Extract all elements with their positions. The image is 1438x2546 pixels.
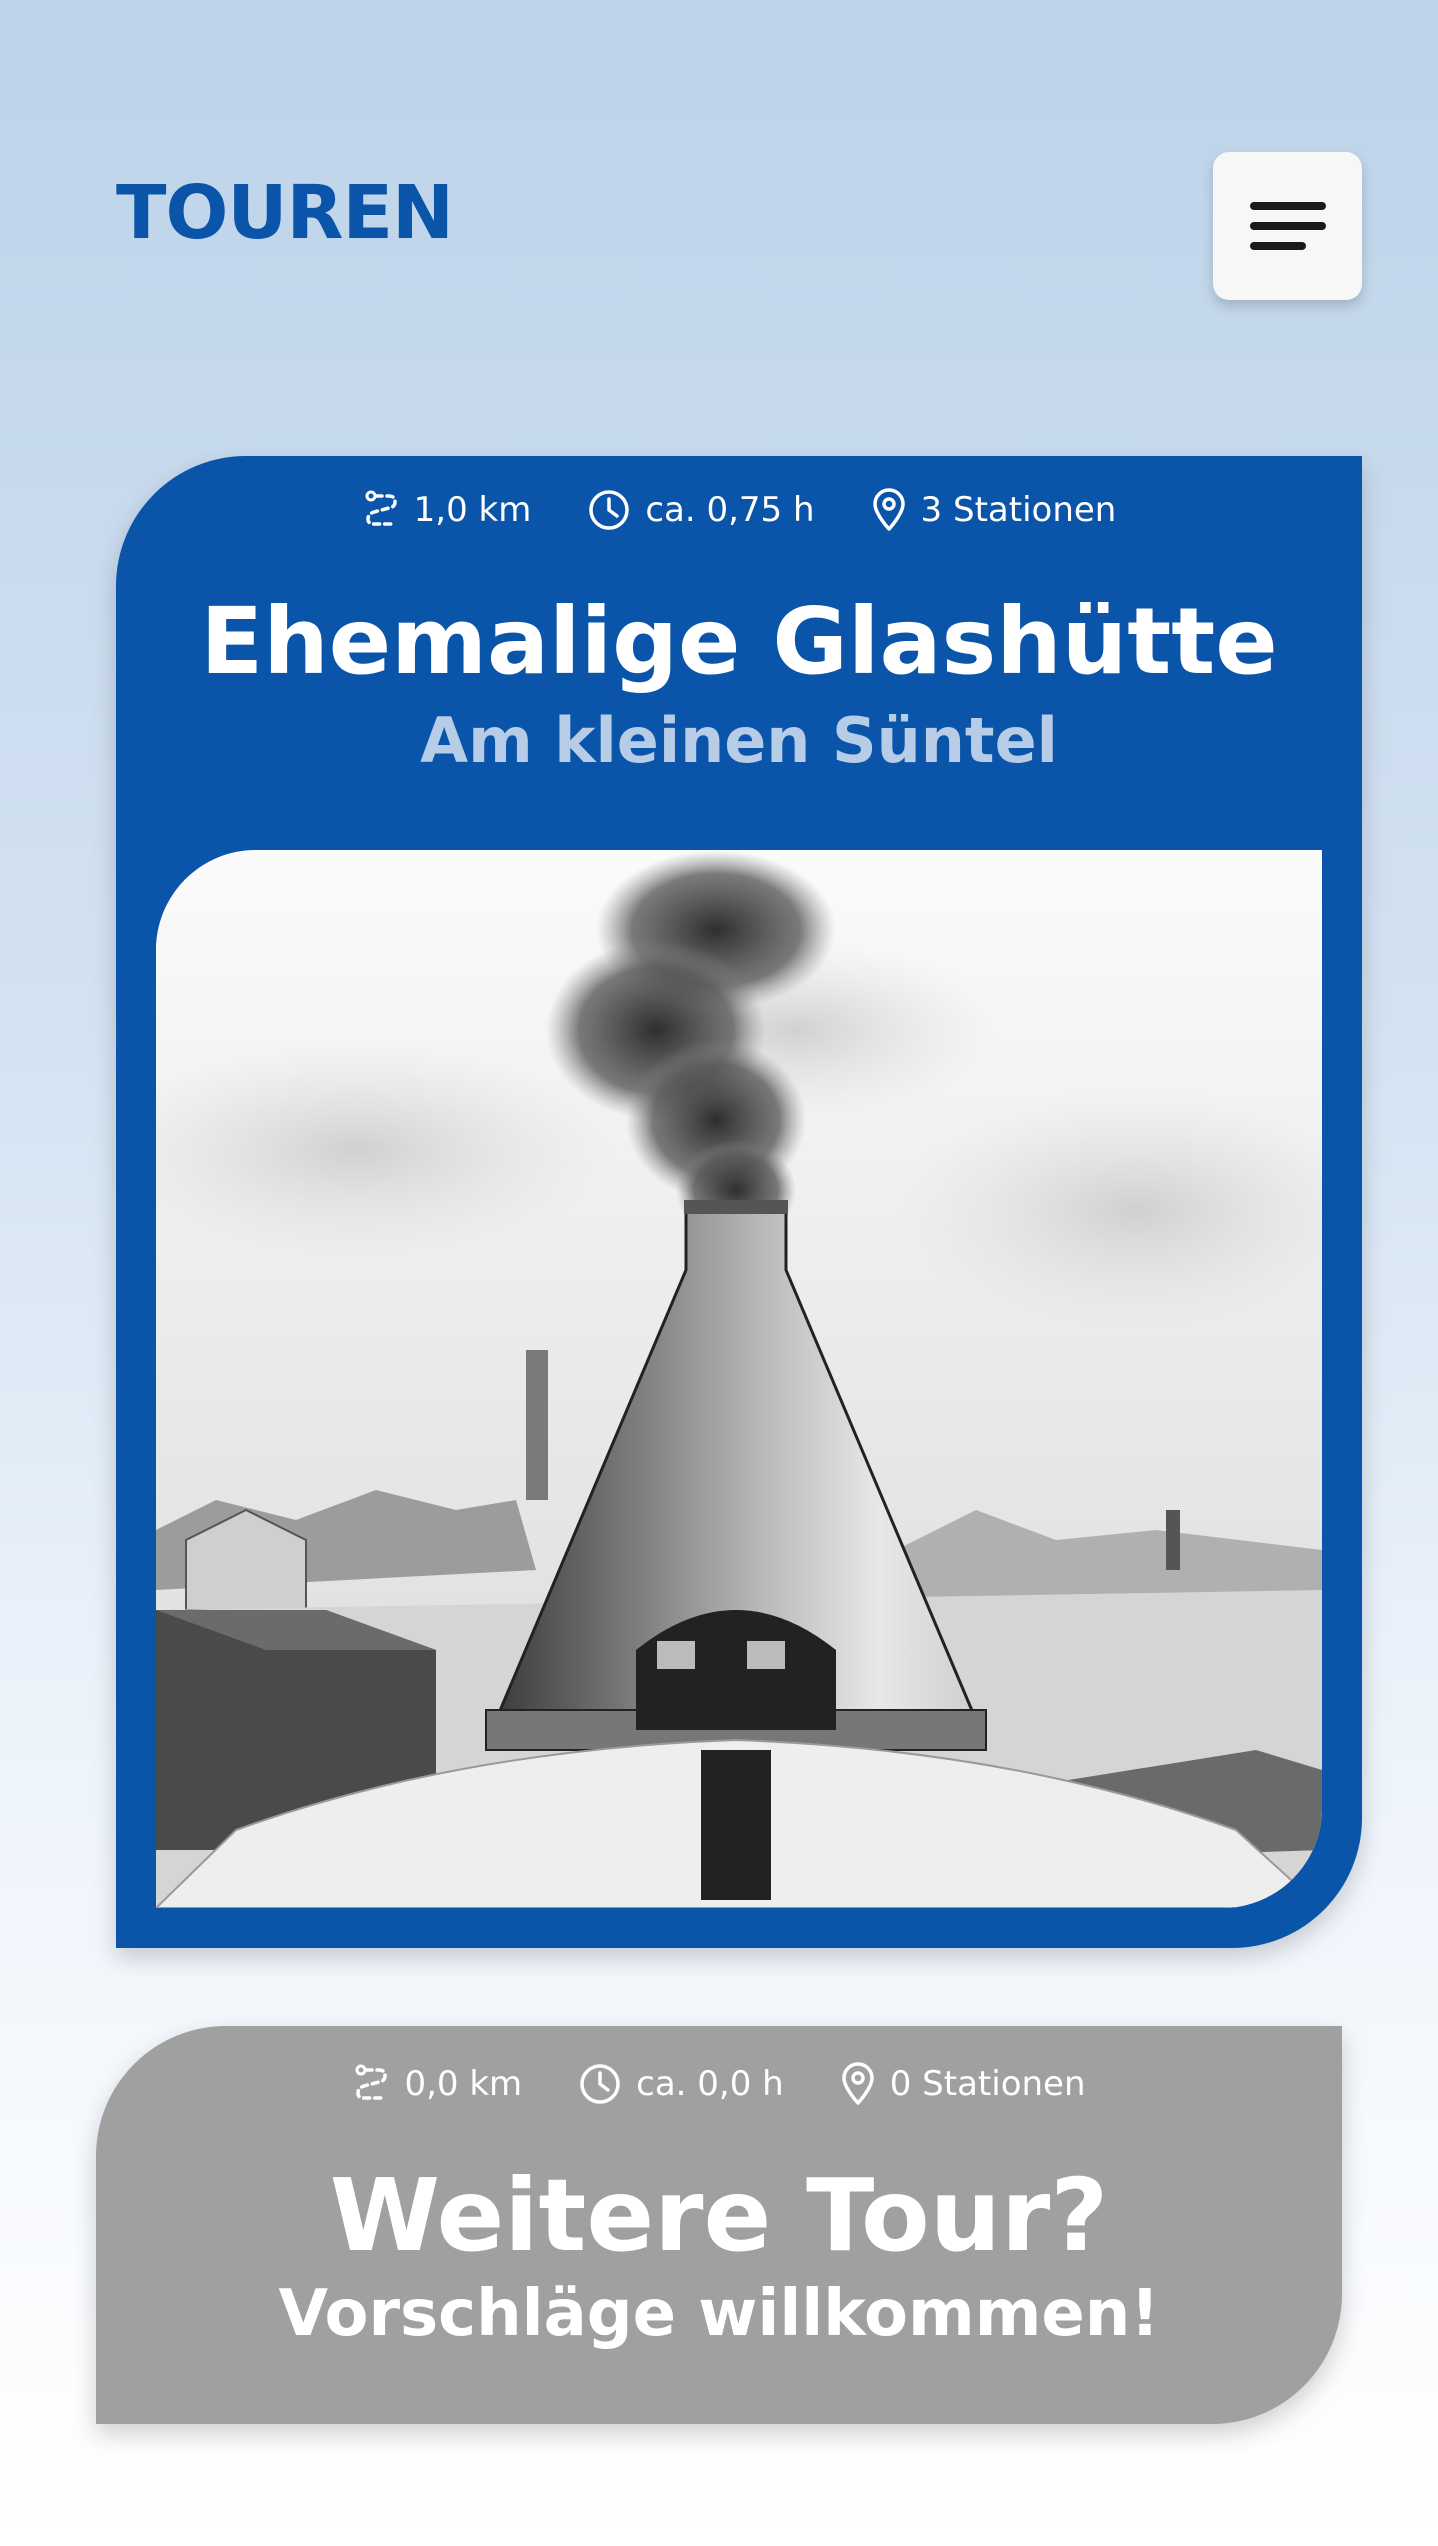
clock-icon (589, 490, 630, 530)
tour-stations-value: 3 Stationen (920, 490, 1117, 530)
tour-duration: ca. 0,0 h (578, 2062, 784, 2106)
glass-furnace-illustration (156, 850, 1322, 1908)
tour-meta: 0,0 km ca. 0,0 h 0 Stationen (96, 2062, 1342, 2106)
map-pin-icon (872, 488, 905, 531)
tour-card[interactable]: 1,0 km ca. 0,75 h 3 Stationen Ehemalige … (116, 456, 1362, 1948)
tour-meta: 1,0 km ca. 0,75 h 3 Stationen (116, 488, 1362, 532)
tour-duration: ca. 0,75 h (587, 488, 815, 532)
tour-title: Ehemalige Glashütte (200, 588, 1278, 695)
tour-stations-value: 0 Stationen (889, 2064, 1086, 2104)
tour-stations: 0 Stationen (840, 2062, 1086, 2106)
tour-image[interactable] (156, 850, 1322, 1908)
menu-button[interactable] (1213, 152, 1362, 300)
route-icon (365, 490, 397, 526)
map-pin-icon (841, 2062, 874, 2105)
clock-icon (580, 2064, 620, 2104)
tour-subtitle: Vorschläge willkommen! (278, 2277, 1160, 2351)
tour-stations: 3 Stationen (871, 488, 1117, 532)
tour-distance: 0,0 km (352, 2064, 522, 2104)
hamburger-menu-icon (1249, 202, 1326, 250)
tour-distance-value: 0,0 km (404, 2064, 523, 2104)
tour-subtitle: Am kleinen Süntel (420, 704, 1058, 777)
tour-duration-value: ca. 0,75 h (645, 490, 815, 530)
tour-duration-value: ca. 0,0 h (636, 2064, 784, 2104)
route-icon (355, 2064, 388, 2100)
tour-title: Weitere Tour? (329, 2157, 1109, 2274)
tour-card[interactable]: 0,0 km ca. 0,0 h 0 Stationen Weitere Tou… (96, 2026, 1342, 2424)
page-title: TOUREN (116, 170, 454, 256)
tour-distance: 1,0 km (362, 490, 532, 530)
tour-distance-value: 1,0 km (413, 490, 532, 530)
